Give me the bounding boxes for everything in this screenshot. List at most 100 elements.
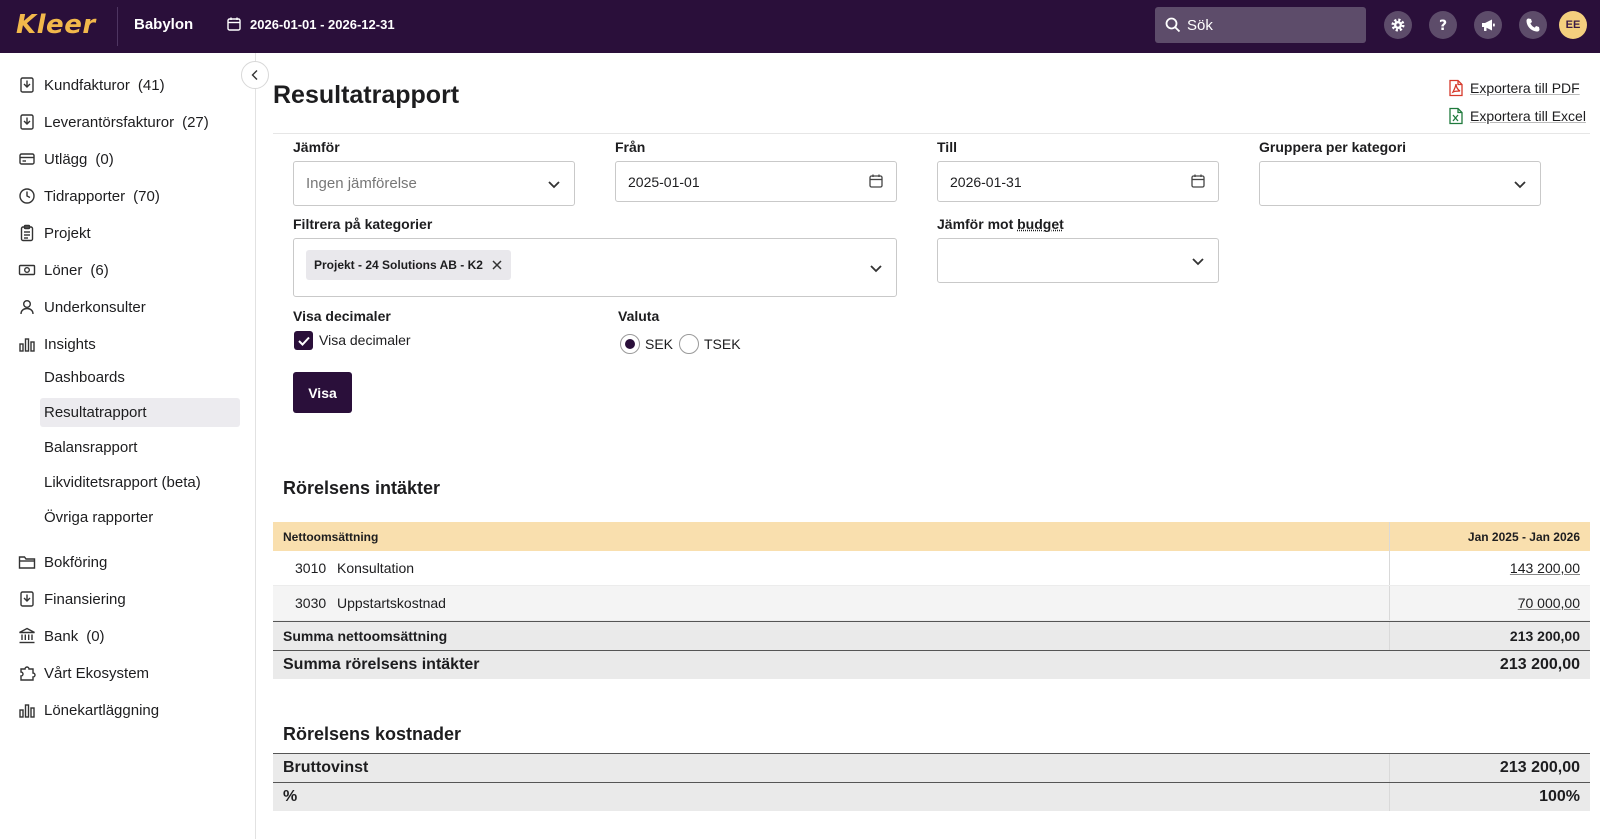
phone-button[interactable]: [1519, 11, 1547, 39]
budget-select[interactable]: [937, 238, 1219, 283]
sidebar-item-label: Underkonsulter: [44, 298, 146, 316]
sidebar-item-utlagg[interactable]: Utlägg (0): [18, 147, 114, 171]
sidebar-item-projekt[interactable]: Projekt: [18, 221, 91, 245]
sidebar-item-label: Tidrapporter: [44, 187, 126, 205]
puzzle-icon: [20, 666, 36, 681]
sidebar-item-count: (27): [182, 113, 209, 131]
filter-chip: Projekt - 24 Solutions AB - K2: [306, 250, 511, 280]
sidebar-item-kundfakturor[interactable]: Kundfakturor (41): [18, 73, 165, 97]
receipt-card-icon: [19, 153, 35, 165]
salary-chart-icon: [19, 704, 35, 718]
sum-net-value: 213 200,00: [1509, 628, 1580, 644]
phone-icon: [1526, 18, 1540, 32]
period-header: Jan 2025 - Jan 2026: [1467, 529, 1580, 544]
percent-label: %: [273, 783, 1390, 811]
sidebar-item-label: Löner: [44, 261, 83, 279]
currency-tsek-label[interactable]: TSEK: [704, 336, 741, 352]
announcements-button[interactable]: [1474, 11, 1502, 39]
sidebar-subitem-balansrapport[interactable]: Balansrapport: [40, 433, 240, 462]
sum-income-value: 213 200,00: [1499, 656, 1580, 673]
search-input[interactable]: [1187, 16, 1347, 34]
sidebar-item-bank[interactable]: Bank (0): [18, 624, 105, 648]
folder-icon: [18, 556, 36, 569]
sum-income-row: Summa rörelsens intäkter 213 200,00: [273, 650, 1590, 679]
compare-placeholder: Ingen jämförelse: [306, 175, 417, 192]
budget-label-prefix: Jämför mot: [937, 216, 1014, 232]
table-row[interactable]: 3030 Uppstartskostnad 70 000,00: [273, 586, 1590, 621]
sidebar-item-label: Leverantörsfakturor: [44, 113, 175, 131]
table-header: Nettoomsättning Jan 2025 - Jan 2026: [273, 522, 1590, 551]
clipboard-icon: [20, 224, 34, 242]
sidebar-item-label: Projekt: [44, 224, 91, 242]
export-excel-link[interactable]: Exportera till Excel: [1448, 107, 1586, 125]
sidebar-item-lonekartlaggning[interactable]: Lönekartläggning: [18, 698, 159, 722]
decimals-checkbox-label[interactable]: Visa decimaler: [319, 332, 411, 348]
export-pdf-link[interactable]: Exportera till PDF: [1448, 79, 1580, 97]
sidebar-item-underkonsulter[interactable]: Underkonsulter: [18, 295, 146, 319]
currency-radio-sek[interactable]: [620, 334, 640, 354]
budget-link[interactable]: budget: [1017, 216, 1064, 232]
show-report-button[interactable]: Visa: [293, 372, 352, 413]
sidebar-item-label: Kundfakturor: [44, 76, 130, 94]
sidebar-item-label: Insights: [44, 335, 96, 353]
compare-select[interactable]: Ingen jämförelse: [293, 161, 575, 206]
from-date-input[interactable]: 2025-01-01: [615, 161, 897, 202]
export-pdf-label: Exportera till PDF: [1470, 80, 1580, 96]
chevron-down-icon: [870, 265, 882, 273]
sidebar-item-leverantorsfakturor[interactable]: Leverantörsfakturor (27): [18, 110, 209, 134]
calendar-icon[interactable]: [868, 173, 884, 189]
sidebar-item-tidrapporter[interactable]: Tidrapporter (70): [18, 184, 160, 208]
radio-selected-dot: [625, 339, 635, 349]
calendar-icon: [227, 17, 241, 31]
collapse-sidebar-button[interactable]: [241, 61, 269, 89]
gear-icon: [1391, 18, 1405, 32]
sidebar-subitem-resultatrapport[interactable]: Resultatrapport: [40, 398, 240, 427]
sidebar-item-insights[interactable]: Insights: [18, 332, 96, 356]
sidebar-item-label: Lönekartläggning: [44, 701, 160, 719]
sum-net-label: Summa nettoomsättning: [273, 622, 1390, 650]
calendar-icon[interactable]: [1190, 173, 1206, 189]
to-date-input[interactable]: 2026-01-31: [937, 161, 1219, 202]
main-content: Resultatrapport Exportera till PDF Expor…: [257, 53, 1600, 839]
currency-radio-tsek[interactable]: [679, 334, 699, 354]
company-name[interactable]: Babylon: [134, 16, 193, 33]
sidebar-subitem-dashboards[interactable]: Dashboards: [40, 363, 240, 392]
page-title: Resultatrapport: [273, 81, 460, 109]
percent-row: % 100%: [273, 782, 1590, 811]
currency-sek-label[interactable]: SEK: [645, 336, 673, 352]
group-header: Nettoomsättning: [273, 522, 1390, 551]
search-box[interactable]: [1155, 7, 1366, 43]
filter-label: Filtrera på kategorier: [293, 216, 433, 232]
sidebar-item-count: (41): [137, 76, 165, 94]
decimals-checkbox[interactable]: [294, 331, 313, 350]
sidebar-subitem-ovriga-rapporter[interactable]: Övriga rapporter: [40, 503, 240, 532]
clock-icon: [19, 188, 35, 204]
help-button[interactable]: ?: [1429, 11, 1457, 39]
group-select[interactable]: [1259, 161, 1541, 206]
sidebar-item-loner[interactable]: Löner (6): [18, 258, 109, 282]
period-selector[interactable]: 2026-01-01 - 2026-12-31: [226, 16, 395, 32]
account-value[interactable]: 143 200,00: [1510, 560, 1580, 576]
close-icon[interactable]: [491, 259, 503, 271]
user-avatar[interactable]: EE: [1559, 11, 1587, 39]
sidebar-item-count: (6): [90, 261, 109, 279]
sidebar-item-finansiering[interactable]: Finansiering: [18, 587, 126, 611]
filter-categories-select[interactable]: Projekt - 24 Solutions AB - K2: [293, 238, 897, 297]
sidebar-subitem-likviditetsrapport[interactable]: Likviditetsrapport (beta): [40, 468, 240, 497]
user-icon: [20, 300, 34, 315]
table-row[interactable]: 3010 Konsultation 143 200,00: [273, 551, 1590, 586]
filter-chip-label: Projekt - 24 Solutions AB - K2: [314, 258, 483, 272]
kleer-logo[interactable]: Kleer: [16, 10, 102, 40]
account-number: 3030: [295, 595, 327, 611]
settings-button[interactable]: [1384, 11, 1412, 39]
finance-document-icon: [20, 591, 34, 607]
account-value[interactable]: 70 000,00: [1518, 595, 1580, 611]
sum-net-row: Summa nettoomsättning 213 200,00: [273, 621, 1590, 650]
percent-value: 100%: [1539, 788, 1580, 805]
sidebar-item-vart-ekosystem[interactable]: Vårt Ekosystem: [18, 661, 149, 685]
costs-table: Bruttovinst 213 200,00 % 100%: [273, 753, 1590, 811]
help-icon: ?: [1439, 18, 1447, 33]
sidebar-item-bokforing[interactable]: Bokföring: [18, 550, 107, 574]
account-name: Konsultation: [337, 560, 415, 576]
sidebar-item-label: Bokföring: [44, 553, 108, 571]
